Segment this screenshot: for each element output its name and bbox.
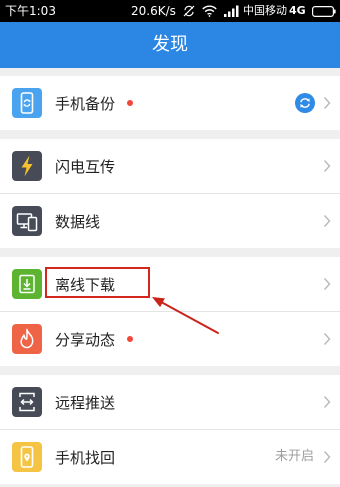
red-dot-badge: [127, 336, 134, 342]
row-label-wrap: 手机备份: [55, 76, 134, 130]
chevron-right-icon: [323, 159, 331, 173]
network-type: 4G: [289, 4, 306, 17]
row-share-feed[interactable]: 分享动态: [0, 312, 340, 366]
offline-download-icon: [12, 269, 42, 299]
chevron-right-icon: [323, 277, 331, 291]
row-label-wrap: 分享动态: [55, 312, 134, 366]
row-label: 手机备份: [55, 94, 116, 113]
row-label-wrap: 手机找回: [55, 430, 115, 484]
page-title: 发现: [152, 34, 188, 55]
row-data-cable[interactable]: 数据线: [0, 194, 340, 248]
data-cable-icon: [12, 206, 42, 236]
chevron-right-icon: [323, 214, 331, 228]
battery-icon: [312, 6, 336, 17]
status-time: 下午1:03: [5, 4, 56, 18]
share-feed-icon: [12, 324, 42, 354]
chevron-right-icon: [323, 332, 331, 346]
sync-icon[interactable]: [295, 93, 315, 113]
row-label: 分享动态: [55, 330, 116, 349]
phone-backup-icon: [12, 88, 42, 118]
net-speed: 20.6K/s: [131, 4, 176, 18]
wifi-icon: [202, 5, 217, 17]
group-transfer: 闪电互传 数据线: [0, 139, 340, 248]
status-bar: 下午1:03 20.6K/s 中国移动 4G: [0, 0, 340, 22]
chevron-right-icon: [323, 96, 331, 110]
row-label: 闪电互传: [55, 157, 116, 176]
signal-icon: [224, 5, 239, 17]
carrier-name: 中国移动: [243, 4, 287, 17]
row-label: 远程推送: [55, 393, 116, 412]
chevron-right-icon: [323, 395, 331, 409]
remote-push-icon: [12, 387, 42, 417]
row-label: 手机找回: [55, 448, 116, 467]
row-find-phone[interactable]: 手机找回 未开启: [0, 430, 340, 484]
row-label-wrap: 数据线: [55, 194, 100, 248]
annotation-highlight-box: [45, 267, 150, 298]
chevron-right-icon: [323, 450, 331, 464]
sync-off-icon: [182, 4, 196, 18]
row-label-wrap: 闪电互传: [55, 139, 115, 193]
group-remote: 远程推送 手机找回 未开启: [0, 375, 340, 484]
row-remote-push[interactable]: 远程推送: [0, 375, 340, 429]
find-phone-status: 未开启: [274, 449, 314, 464]
row-label: 数据线: [55, 212, 101, 231]
row-phone-backup[interactable]: 手机备份: [0, 76, 340, 130]
discover-screen: 下午1:03 20.6K/s 中国移动 4G 发现 手机备份 闪电互传 数据线 …: [0, 0, 340, 487]
group-backup: 手机备份: [0, 76, 340, 130]
row-flash-transfer[interactable]: 闪电互传: [0, 139, 340, 193]
flash-transfer-icon: [12, 151, 42, 181]
header-bar: 发现: [0, 22, 340, 68]
row-label-wrap: 远程推送: [55, 375, 115, 429]
red-dot-badge: [127, 100, 134, 106]
find-phone-icon: [12, 442, 42, 472]
